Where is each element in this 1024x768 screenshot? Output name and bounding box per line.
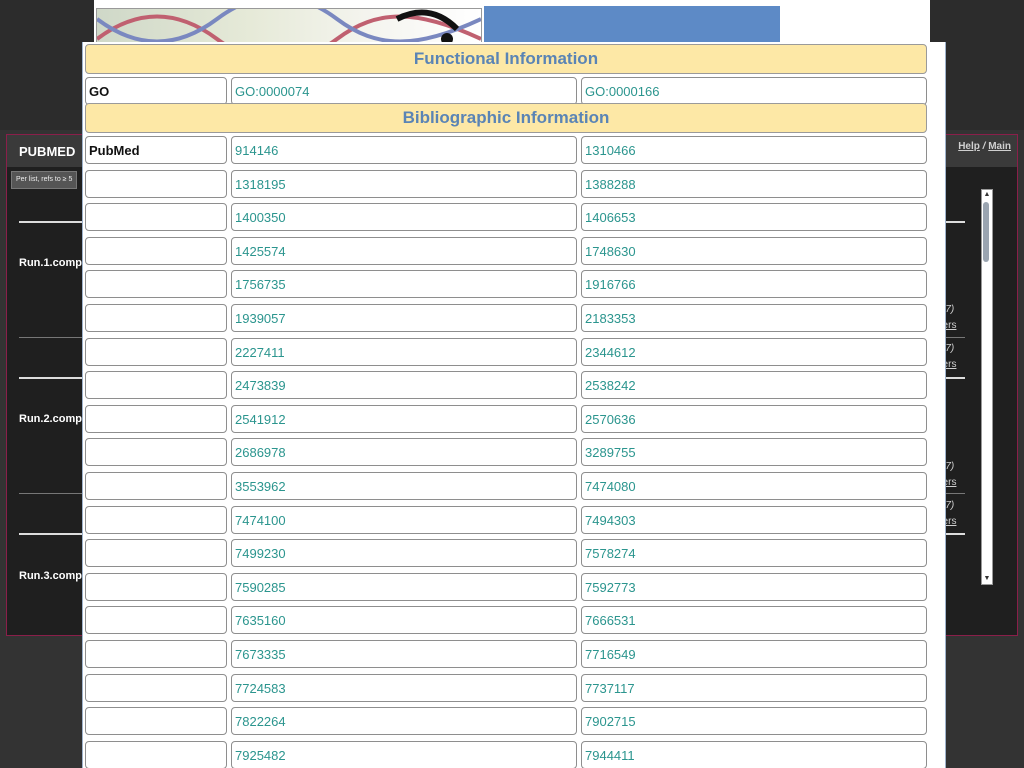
empty-key-cell xyxy=(85,674,227,702)
empty-key-cell xyxy=(85,338,227,366)
pubmed-id-link[interactable]: 7737117 xyxy=(581,674,927,702)
link-separator: / xyxy=(982,141,986,152)
pubmed-id-link[interactable]: 2473839 xyxy=(231,371,577,399)
go-key-cell: GO xyxy=(85,77,227,105)
pubmed-id-link[interactable]: 7592773 xyxy=(581,573,927,601)
empty-key-cell xyxy=(85,371,227,399)
pubmed-id-link[interactable]: 7590285 xyxy=(231,573,577,601)
pubmed-id-link[interactable]: 7474080 xyxy=(581,472,927,500)
pubmed-id-link[interactable]: 1939057 xyxy=(231,304,577,332)
scroll-up-arrow-icon[interactable]: ▲ xyxy=(982,190,992,200)
empty-key-cell xyxy=(85,741,227,768)
pubmed-id-link[interactable]: 7925482 xyxy=(231,741,577,768)
pubmed-key-cell: PubMed xyxy=(85,136,227,164)
pubmed-id-link[interactable]: 7666531 xyxy=(581,606,927,634)
pubmed-id-link[interactable]: 2344612 xyxy=(581,338,927,366)
pubmed-id-link[interactable]: 7578274 xyxy=(581,539,927,567)
empty-key-cell xyxy=(85,707,227,735)
empty-key-cell xyxy=(85,640,227,668)
empty-key-cell xyxy=(85,237,227,265)
empty-key-cell xyxy=(85,270,227,298)
empty-key-cell xyxy=(85,606,227,634)
pubmed-id-link[interactable]: 1400350 xyxy=(231,203,577,231)
pubmed-id-link[interactable]: 7902715 xyxy=(581,707,927,735)
empty-key-cell xyxy=(85,506,227,534)
pubmed-id-link[interactable]: 3553962 xyxy=(231,472,577,500)
scroll-thumb[interactable] xyxy=(983,202,989,262)
pubmed-id-link[interactable]: 2541912 xyxy=(231,405,577,433)
pubmed-id-link[interactable]: 1748630 xyxy=(581,237,927,265)
empty-key-cell xyxy=(85,573,227,601)
empty-key-cell xyxy=(85,539,227,567)
pubmed-id-link[interactable]: 1406653 xyxy=(581,203,927,231)
gene-info-modal: Functional Information GO GO:0000074 GO:… xyxy=(82,42,946,768)
pubmed-id-link[interactable]: 1388288 xyxy=(581,170,927,198)
per-list-control[interactable]: Per list, refs to ≥ 5 xyxy=(11,171,78,189)
run-label: Run.3.comp xyxy=(19,570,82,582)
functional-info-header: Functional Information xyxy=(85,44,927,74)
go-term-link[interactable]: GO:0000074 xyxy=(231,77,577,105)
pubmed-id-link[interactable]: 7716549 xyxy=(581,640,927,668)
pubmed-id-link[interactable]: 1756735 xyxy=(231,270,577,298)
pubmed-id-link[interactable]: 7822264 xyxy=(231,707,577,735)
empty-key-cell xyxy=(85,203,227,231)
pubmed-id-link[interactable]: 914146 xyxy=(231,136,577,164)
pubmed-id-link[interactable]: 2538242 xyxy=(581,371,927,399)
bibliographic-info-header: Bibliographic Information xyxy=(85,103,927,133)
pubmed-id-link[interactable]: 1916766 xyxy=(581,270,927,298)
scroll-down-arrow-icon[interactable]: ▼ xyxy=(982,574,992,584)
pubmed-id-link[interactable]: 2686978 xyxy=(231,438,577,466)
pubmed-id-link[interactable]: 7474100 xyxy=(231,506,577,534)
empty-key-cell xyxy=(85,438,227,466)
pubmed-id-link[interactable]: 3289755 xyxy=(581,438,927,466)
site-banner xyxy=(94,0,930,50)
empty-key-cell xyxy=(85,170,227,198)
main-link[interactable]: Main xyxy=(988,141,1011,152)
pubmed-id-link[interactable]: 7635160 xyxy=(231,606,577,634)
pubmed-id-link[interactable]: 7499230 xyxy=(231,539,577,567)
pubmed-id-link[interactable]: 7494303 xyxy=(581,506,927,534)
pubmed-id-link[interactable]: 1310466 xyxy=(581,136,927,164)
run-label: Run.2.comp xyxy=(19,413,82,425)
pubmed-id-link[interactable]: 2183353 xyxy=(581,304,927,332)
pubmed-id-link[interactable]: 2227411 xyxy=(231,338,577,366)
panel-scrollbar[interactable]: ▲ ▼ xyxy=(981,189,993,585)
help-link[interactable]: Help xyxy=(958,141,980,152)
empty-key-cell xyxy=(85,405,227,433)
pubmed-id-link[interactable]: 7724583 xyxy=(231,674,577,702)
pubmed-id-link[interactable]: 7944411 xyxy=(581,741,927,768)
run-label: Run.1.comp xyxy=(19,257,82,269)
pubmed-id-link[interactable]: 2570636 xyxy=(581,405,927,433)
go-term-link[interactable]: GO:0000166 xyxy=(581,77,927,105)
pubmed-id-link[interactable]: 1425574 xyxy=(231,237,577,265)
pubmed-id-link[interactable]: 1318195 xyxy=(231,170,577,198)
empty-key-cell xyxy=(85,472,227,500)
empty-key-cell xyxy=(85,304,227,332)
pubmed-id-link[interactable]: 7673335 xyxy=(231,640,577,668)
pubmed-panel-title: PUBMED xyxy=(19,144,76,159)
header-links: Help / Main xyxy=(958,141,1011,152)
